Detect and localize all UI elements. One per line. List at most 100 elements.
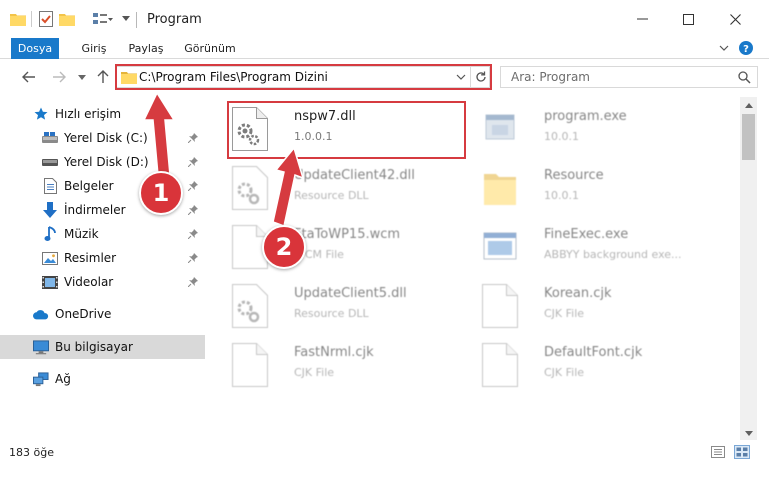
pin-icon[interactable] [187,228,198,242]
music-icon [42,226,58,242]
file-item-updateclient5-dll[interactable]: UpdateClient5.dll Resource DLL [228,278,468,336]
pin-icon[interactable] [187,252,198,266]
pin-icon[interactable] [187,276,198,290]
maximize-button[interactable] [665,0,711,38]
sidebar-item-label: Belgeler [64,179,114,193]
documents-icon [42,178,58,194]
file-name: DefaultFont.cjk [544,345,643,360]
chevron-down-icon [78,74,86,80]
ribbon: Dosya Giriş Paylaş Görünüm ? [0,38,769,59]
pin-icon[interactable] [187,204,198,218]
sidebar-item-label: Yerel Disk (D:) [64,155,149,169]
file-type: CJK File [544,366,585,379]
window-title: Program [147,12,202,27]
svg-text:?: ? [743,44,749,55]
sidebar-item-network[interactable]: Ağ [0,367,205,391]
tab-share[interactable]: Paylaş [124,38,168,59]
customize-toolbar-icon[interactable] [93,11,113,27]
details-view-button[interactable] [710,445,726,459]
sidebar-item-label: Hızlı erişim [55,107,122,121]
sidebar-item-pictures[interactable]: Resimler [0,246,205,270]
sidebar-item-label: Videolar [64,275,114,289]
file-name: Resource [544,168,604,183]
expand-ribbon-button[interactable] [717,40,731,56]
chevron-down-icon[interactable] [121,11,131,27]
file-name: FastNrml.cjk [294,345,374,360]
sidebar-item-music[interactable]: Müzik [0,222,205,246]
file-name: Korean.cjk [544,286,612,301]
item-count: 183 öğe [9,446,54,459]
details-view-icon [711,446,725,458]
sidebar-item-label: Resimler [64,251,117,265]
sidebar-item-quick-access[interactable]: Hızlı erişim [0,102,205,126]
large-icons-view-icon [736,447,748,457]
vertical-scrollbar[interactable] [740,97,757,440]
navigation-pane: Hızlı erişim Yerel Disk (C:) Yerel Disk … [0,97,207,440]
blank-file-icon [482,343,518,387]
file-item-resource[interactable]: Resource 10.0.1 [478,160,718,218]
up-button[interactable] [94,67,112,87]
file-item-program-exe[interactable]: program.exe 10.0.1 [478,101,718,159]
sidebar-item-label: Ağ [55,372,71,386]
scroll-up-arrow-icon[interactable] [744,101,753,110]
pin-icon[interactable] [187,156,198,170]
file-name: program.exe [544,109,627,124]
scrollbar-thumb[interactable] [742,114,755,160]
title-bar: Program [0,0,769,38]
file-name: UpdateClient5.dll [294,286,407,301]
tab-home[interactable]: Giriş [74,38,114,59]
file-version: 10.0.1 [544,130,579,143]
file-version: 10.0.1 [544,189,579,202]
computer-icon [33,339,49,355]
blank-file-icon [482,284,518,328]
file-item-fineexec-exe[interactable]: FineExec.exe ABBYY background exe... [478,219,718,277]
close-button[interactable] [712,0,758,38]
search-input[interactable] [511,70,711,84]
sidebar-item-this-pc[interactable]: Bu bilgisayar [0,335,205,359]
window-exe-icon [483,232,517,260]
tab-view[interactable]: Görünüm [182,38,238,59]
sidebar-item-label: Bu bilgisayar [55,340,133,354]
file-name: FtaToWP15.wcm [294,227,401,242]
large-icons-view-button[interactable] [734,445,750,459]
blank-file-icon [232,343,268,387]
status-bar: 183 öğe [0,440,769,464]
arrow-left-icon [22,71,35,83]
cloud-icon [33,306,49,322]
sidebar-item-label: İndirmeler [64,203,126,217]
maximize-icon [682,13,694,25]
help-button[interactable]: ? [738,40,754,56]
recent-locations-button[interactable] [75,67,89,87]
minimize-button[interactable] [619,0,665,38]
search-box[interactable] [500,66,758,88]
minimize-icon [636,18,648,20]
back-button[interactable] [19,67,39,87]
sidebar-item-local-disk-d[interactable]: Yerel Disk (D:) [0,150,205,174]
pin-icon[interactable] [187,180,198,194]
step-1-callout: 1 [139,171,183,215]
file-item-fastnrml-cjk[interactable]: FastNrml.cjk CJK File [228,337,468,395]
help-icon: ? [739,41,753,55]
sidebar-item-label: Müzik [64,227,99,241]
folder-icon [484,174,516,205]
file-item-defaultfont-cjk[interactable]: DefaultFont.cjk CJK File [478,337,718,395]
properties-icon[interactable] [38,11,54,27]
tab-file[interactable]: Dosya [11,38,59,59]
sidebar-item-onedrive[interactable]: OneDrive [0,302,205,326]
pictures-icon [42,250,58,266]
file-item-updateclient42-dll[interactable]: UpdateClient42.dll Resource DLL [228,160,468,218]
new-folder-icon[interactable] [59,11,75,27]
forward-button[interactable] [49,67,69,87]
network-icon [33,371,49,387]
drive-icon [42,130,58,146]
search-icon[interactable] [738,71,751,87]
sidebar-item-local-disk-c[interactable]: Yerel Disk (C:) [0,126,205,150]
gear-file-icon [232,166,268,210]
pin-icon[interactable] [187,132,198,146]
file-type: CJK File [544,307,585,320]
scroll-down-arrow-icon[interactable] [744,429,753,438]
file-item-korean-cjk[interactable]: Korean.cjk CJK File [478,278,718,336]
file-highlight [227,101,466,159]
download-icon [42,202,58,218]
sidebar-item-videos[interactable]: Videolar [0,270,205,294]
